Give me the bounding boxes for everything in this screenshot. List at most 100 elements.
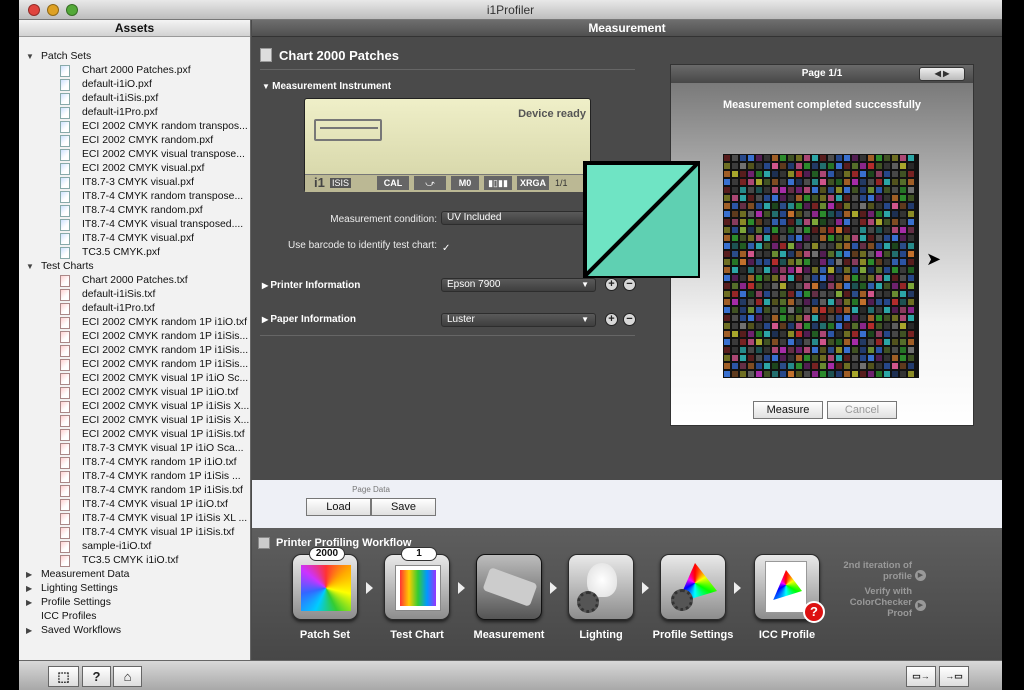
step-patch-set[interactable]: 2000 [292,547,358,620]
instrument-section-header[interactable]: ▼ Measurement Instrument [262,81,391,92]
patch-set-item[interactable]: TC3.5 CMYK.pxf [19,246,250,260]
file-icon [60,275,70,287]
test-chart-item[interactable]: Chart 2000 Patches.txf [19,274,250,288]
patch-set-item[interactable]: ECI 2002 CMYK visual.pxf [19,162,250,176]
tree-category[interactable]: ▶ Saved Workflows [19,624,250,638]
step-profile-settings[interactable] [660,554,726,620]
tree-category[interactable]: ICC Profiles [19,610,250,624]
help-button[interactable]: ? [82,666,111,687]
disclosure-open-icon[interactable]: ▼ [262,82,272,91]
patch-set-item[interactable]: IT8.7-4 CMYK visual transposed.... [19,218,250,232]
printer-dropdown[interactable]: Epson 7900 ▼ [441,278,596,292]
patch-set-item[interactable]: IT8.7-3 CMYK visual.pxf [19,176,250,190]
import-workflow-button[interactable]: ▭→ [906,666,936,687]
patch-set-item[interactable]: IT8.7-4 CMYK visual.pxf [19,232,250,246]
step-label: ICC Profile [758,629,816,641]
test-chart-item[interactable]: ECI 2002 CMYK random 1P i1iSis... [19,358,250,372]
disclosure-closed-icon[interactable]: ▶ [26,624,36,638]
fit-screen-button[interactable]: ⬚ [48,666,79,687]
tree-category[interactable]: ▶ Lighting Settings [19,582,250,596]
add-paper-button[interactable]: + [605,313,618,326]
go-arrow-icon[interactable]: ▶ [915,600,926,611]
test-chart-item[interactable]: IT8.7-4 CMYK random 1P i1iSis.txf [19,484,250,498]
remove-paper-button[interactable]: − [623,313,636,326]
patch-set-item[interactable]: IT8.7-4 CMYK random transpose... [19,190,250,204]
load-button[interactable]: Load [306,498,371,516]
test-chart-item[interactable]: ECI 2002 CMYK visual 1P i1iO Sc... [19,372,250,386]
test-chart-item[interactable]: ECI 2002 CMYK visual 1P i1iO.txf [19,386,250,400]
tree-category-patch-sets[interactable]: ▼ Patch Sets [19,50,250,64]
file-icon [60,107,70,119]
test-chart-item[interactable]: ECI 2002 CMYK visual 1P i1iSis X... [19,414,250,428]
barcode-label: Use barcode to identify test chart: [288,240,437,251]
disclosure-closed-icon[interactable]: ▶ [26,582,36,596]
verify-link[interactable]: Verify with ColorChecker Proof [824,586,912,619]
step-icc-profile[interactable]: ? [754,554,825,623]
file-icon [60,149,70,161]
disclosure-open-icon[interactable]: ▼ [26,260,36,274]
test-chart-item[interactable]: IT8.7-4 CMYK visual 1P i1iO.txf [19,498,250,512]
second-iteration-link[interactable]: 2nd iteration of profile [824,560,912,582]
disclosure-closed-icon[interactable]: ▶ [26,596,36,610]
go-arrow-icon[interactable]: ▶ [915,570,926,581]
divider [260,69,635,70]
test-chart-item[interactable]: ECI 2002 CMYK random 1P i1iSis... [19,330,250,344]
file-icon [60,485,70,497]
test-chart-item[interactable]: sample-i1iO.txf [19,540,250,554]
paper-dropdown[interactable]: Luster ▼ [441,313,596,327]
disclosure-closed-icon[interactable]: ▶ [26,568,36,582]
test-chart-item[interactable]: ECI 2002 CMYK random 1P i1iSis... [19,344,250,358]
cancel-button[interactable]: Cancel [827,401,897,419]
save-button[interactable]: Save [371,498,436,516]
test-chart-item[interactable]: IT8.7-4 CMYK visual 1P i1iSis.txf [19,526,250,540]
tree-category[interactable]: ▶ Measurement Data [19,568,250,582]
file-label: ECI 2002 CMYK random transpos... [82,121,248,132]
printer-info-header[interactable]: ▶ Printer Information [262,280,360,291]
test-chart-item[interactable]: ECI 2002 CMYK visual 1P i1iSis X... [19,400,250,414]
tree-category-test-charts[interactable]: ▼ Test Charts [19,260,250,274]
patch-set-item[interactable]: ECI 2002 CMYK random.pxf [19,134,250,148]
assets-title: Assets [19,20,250,37]
next-page-icon[interactable]: ▶ [943,69,949,78]
measurement-condition-dropdown[interactable]: UV Included [441,211,601,225]
test-chart-item[interactable]: IT8.7-4 CMYK random 1P i1iO.txf [19,456,250,470]
export-workflow-button[interactable]: →▭ [939,666,969,687]
patch-set-item[interactable]: default-i1iSis.pxf [19,92,250,106]
paper-info-header[interactable]: ▶ Paper Information [262,314,356,325]
barcode-checkbox[interactable]: ✓ [442,243,454,255]
previous-page-icon[interactable]: ◀ [935,69,941,78]
patch-set-item[interactable]: default-i1iO.pxf [19,78,250,92]
category-label: Test Charts [41,261,94,272]
test-chart-item[interactable]: default-i1Pro.txf [19,302,250,316]
remove-printer-button[interactable]: − [623,278,636,291]
chart-count-badge: 1 [401,547,437,561]
test-chart-item[interactable]: ECI 2002 CMYK visual 1P i1iSis.txf [19,428,250,442]
step-label: Test Chart [390,629,444,641]
test-chart-item[interactable]: IT8.7-4 CMYK visual 1P i1iSis XL ... [19,512,250,526]
patch-set-item[interactable]: ECI 2002 CMYK visual transpose... [19,148,250,162]
test-chart-item[interactable]: ECI 2002 CMYK random 1P i1iO.txf [19,316,250,330]
measure-button[interactable]: Measure [753,401,823,419]
close-window-button[interactable] [28,4,40,16]
tree-category[interactable]: ▶ Profile Settings [19,596,250,610]
page-data-bar: Page Data Load Save [252,480,1002,528]
category-label: Patch Sets [41,51,92,62]
patch-set-item[interactable]: Chart 2000 Patches.pxf [19,64,250,78]
disclosure-open-icon[interactable]: ▼ [26,50,36,64]
step-test-chart[interactable]: 1 [384,547,450,620]
test-chart-item[interactable]: IT8.7-3 CMYK visual 1P i1iO Sca... [19,442,250,456]
patch-set-item[interactable]: default-i1Pro.pxf [19,106,250,120]
add-printer-button[interactable]: + [605,278,618,291]
step-measurement[interactable] [476,554,542,620]
patch-set-item[interactable]: IT8.7-4 CMYK random.pxf [19,204,250,218]
patch-set-item[interactable]: ECI 2002 CMYK random transpos... [19,120,250,134]
test-chart-item[interactable]: default-i1iSis.txf [19,288,250,302]
home-button[interactable]: ⌂ [113,666,142,687]
minimize-window-button[interactable] [47,4,59,16]
step-lighting[interactable] [568,554,634,620]
help-warning-icon[interactable]: ? [803,601,825,623]
test-chart-item[interactable]: TC3.5 CMYK i1iO.txf [19,554,250,568]
main-panel: Measurement Chart 2000 Patches ▼ Measure… [252,20,1002,660]
zoom-window-button[interactable] [66,4,78,16]
test-chart-item[interactable]: IT8.7-4 CMYK random 1P i1iSis ... [19,470,250,484]
